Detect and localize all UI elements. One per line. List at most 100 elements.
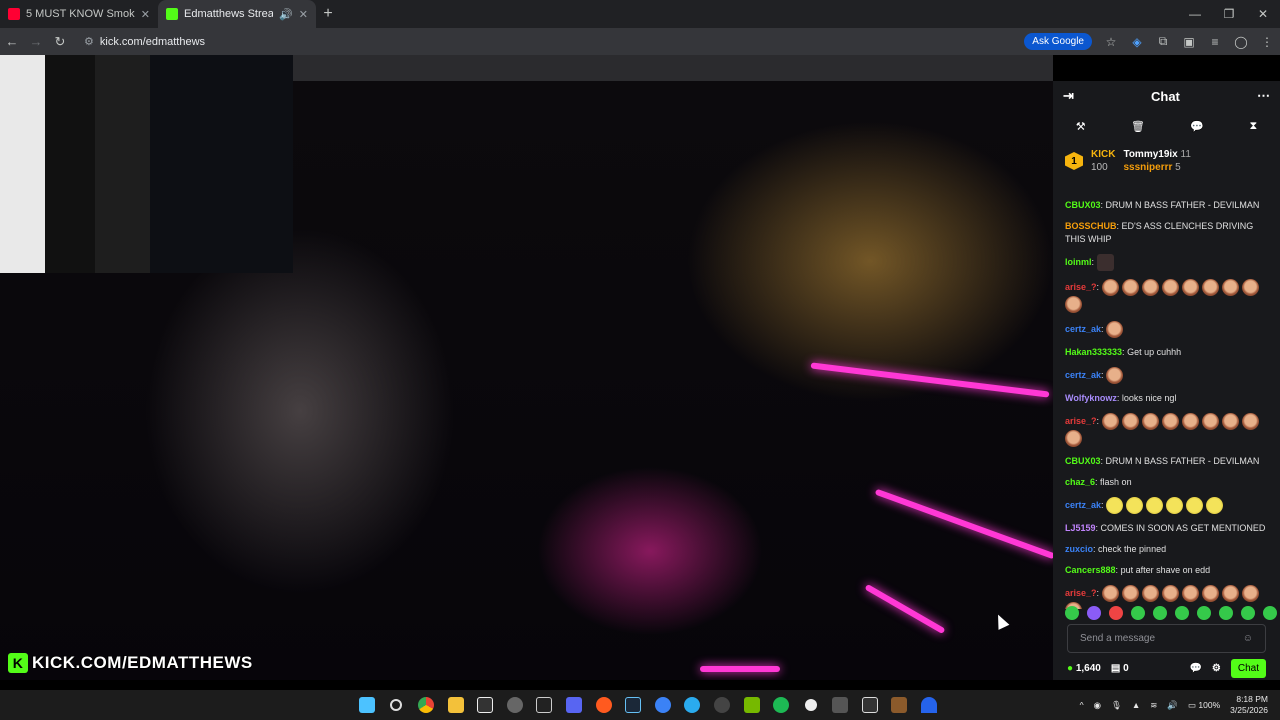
emote-icon (1121, 585, 1139, 602)
chat-title: Chat (1151, 88, 1180, 104)
send-chat-button[interactable]: Chat (1230, 658, 1266, 678)
ask-google-button[interactable]: Ask Google (1024, 33, 1092, 50)
site-info-icon[interactable]: ⚙ (84, 35, 94, 48)
app-icon[interactable] (589, 690, 619, 720)
restore-icon[interactable]: ❐ (1212, 0, 1246, 28)
app-icon[interactable] (470, 690, 500, 720)
bookmark-star-icon[interactable]: ☆ (1098, 35, 1124, 49)
neon-light (874, 488, 1053, 560)
back-icon[interactable]: ← (0, 34, 24, 49)
emote-icon[interactable] (1241, 606, 1255, 620)
steam-icon[interactable] (618, 690, 648, 720)
hammer-icon[interactable]: ⚒ (1076, 120, 1086, 133)
drops[interactable]: ▤ 0 (1111, 663, 1129, 674)
speech-bubble-icon[interactable]: 💬 (1190, 120, 1204, 133)
emote-icon[interactable] (1219, 606, 1233, 620)
tab-kick[interactable]: Edmatthews Stream - Watc 🔊 ✕ (158, 0, 316, 28)
start-icon[interactable] (352, 690, 382, 720)
chat-username[interactable]: Wolfyknowz (1065, 393, 1117, 403)
reload-icon[interactable]: ↻ (48, 34, 72, 50)
telegram-icon[interactable] (678, 690, 708, 720)
discord-tray-icon[interactable]: ◉ (1094, 700, 1101, 711)
emote-icon[interactable] (1131, 606, 1145, 620)
channel-points[interactable]: ● 1,640 (1067, 663, 1101, 674)
close-icon[interactable]: ✕ (1246, 0, 1280, 28)
clock[interactable]: 8:18 PM 3/25/2026 (1230, 694, 1268, 716)
chat-username[interactable]: LJ5159 (1065, 523, 1096, 533)
gift-leaderboard[interactable]: 1 KICK 100 Tommy19ix 11 sssniperrr 5 (1053, 141, 1280, 181)
mod-toolbar: ⚒ 🗑 💬 ⧗ (1053, 111, 1280, 141)
chat-username[interactable]: arise_? (1065, 588, 1097, 598)
app-icon[interactable] (707, 690, 737, 720)
chat-username[interactable]: BOSSCHUB (1065, 221, 1117, 231)
new-tab-button[interactable]: + (316, 5, 340, 23)
app-icon[interactable] (826, 690, 856, 720)
emoji-picker-icon[interactable]: ☺ (1243, 633, 1253, 644)
nvidia-icon[interactable] (737, 690, 767, 720)
media-icon[interactable]: ≡ (1202, 35, 1228, 49)
emote-icon[interactable] (1263, 606, 1277, 620)
stream-player[interactable] (0, 55, 1053, 680)
emote-icon[interactable] (1087, 606, 1101, 620)
forward-icon[interactable]: → (24, 34, 48, 49)
emote-icon[interactable] (1175, 606, 1189, 620)
tray-expand-icon[interactable]: ^ (1080, 700, 1084, 710)
split-view-icon[interactable]: ▣ (1176, 35, 1202, 49)
search-icon[interactable] (382, 690, 412, 720)
epic-games-icon[interactable] (530, 690, 560, 720)
chat-username[interactable]: certz_ak (1065, 500, 1101, 510)
explorer-icon[interactable] (441, 690, 471, 720)
chat-options-icon[interactable]: ⋯ (1257, 88, 1270, 104)
chat-username[interactable]: CBUX03 (1065, 456, 1101, 466)
emote-icon[interactable] (1197, 606, 1211, 620)
url-field[interactable]: ⚙ kick.com/edmatthews (78, 31, 1024, 53)
chat-username[interactable]: CBUX03 (1065, 200, 1101, 210)
chat-message: certz_ak: (1065, 367, 1268, 384)
battery-status[interactable]: ▭ 100% (1188, 700, 1220, 711)
tab-youtube[interactable]: 5 MUST KNOW Smokes for EVE ✕ (0, 0, 158, 28)
app-icon[interactable] (885, 690, 915, 720)
chat-username[interactable]: zuxcio (1065, 544, 1093, 554)
chat-username[interactable]: Cancers888 (1065, 565, 1116, 575)
settings-gear-icon[interactable]: ⚙ (1212, 663, 1221, 674)
chat-rules-icon[interactable]: 💬 (1189, 663, 1201, 674)
message-input[interactable]: Send a message ☺ (1067, 624, 1266, 653)
app-icon[interactable] (914, 690, 944, 720)
chat-username[interactable]: chaz_6 (1065, 477, 1095, 487)
trash-icon[interactable]: 🗑 (1131, 120, 1145, 133)
puzzle-icon[interactable]: ⧉ (1150, 34, 1176, 49)
emote-icon[interactable] (1153, 606, 1167, 620)
app-icon[interactable] (648, 690, 678, 720)
spotify-icon[interactable] (766, 690, 796, 720)
clock-date: 3/25/2026 (1230, 705, 1268, 715)
profile-icon[interactable]: ◯ (1228, 35, 1254, 49)
hourglass-icon[interactable]: ⧗ (1250, 120, 1258, 133)
points-value: 1,640 (1075, 662, 1101, 674)
emote-icon[interactable] (1109, 606, 1123, 620)
extension-icon[interactable]: ◈ (1124, 35, 1150, 49)
close-tab-icon[interactable]: ✕ (299, 8, 308, 21)
mail-icon[interactable] (855, 690, 885, 720)
discord-icon[interactable] (559, 690, 589, 720)
wifi-icon[interactable]: ≋ (1150, 700, 1157, 711)
chat-username[interactable]: Hakan333333 (1065, 347, 1122, 357)
emote-icon (1141, 413, 1159, 430)
menu-icon[interactable]: ⋮ (1254, 35, 1280, 49)
microphone-icon[interactable]: 🎙 (1111, 700, 1122, 711)
minimize-icon[interactable]: — (1178, 0, 1212, 28)
collapse-chat-icon[interactable]: ⇥ (1063, 88, 1074, 104)
app-icon[interactable] (796, 690, 826, 720)
nvidia-tray-icon[interactable]: ▲ (1132, 700, 1140, 710)
chat-username[interactable]: certz_ak (1065, 370, 1101, 380)
volume-icon[interactable]: 🔊 (1167, 700, 1178, 711)
chat-username[interactable]: loinml (1065, 257, 1092, 267)
emote-icon[interactable] (1065, 606, 1079, 620)
chat-username[interactable]: arise_? (1065, 282, 1097, 292)
chat-username[interactable]: arise_? (1065, 416, 1097, 426)
chat-username[interactable]: certz_ak (1065, 324, 1101, 334)
emote-icon (1221, 279, 1239, 296)
app-icon[interactable] (500, 690, 530, 720)
close-tab-icon[interactable]: ✕ (141, 8, 150, 21)
chrome-icon[interactable] (411, 690, 441, 720)
speaker-icon[interactable]: 🔊 (279, 8, 293, 21)
